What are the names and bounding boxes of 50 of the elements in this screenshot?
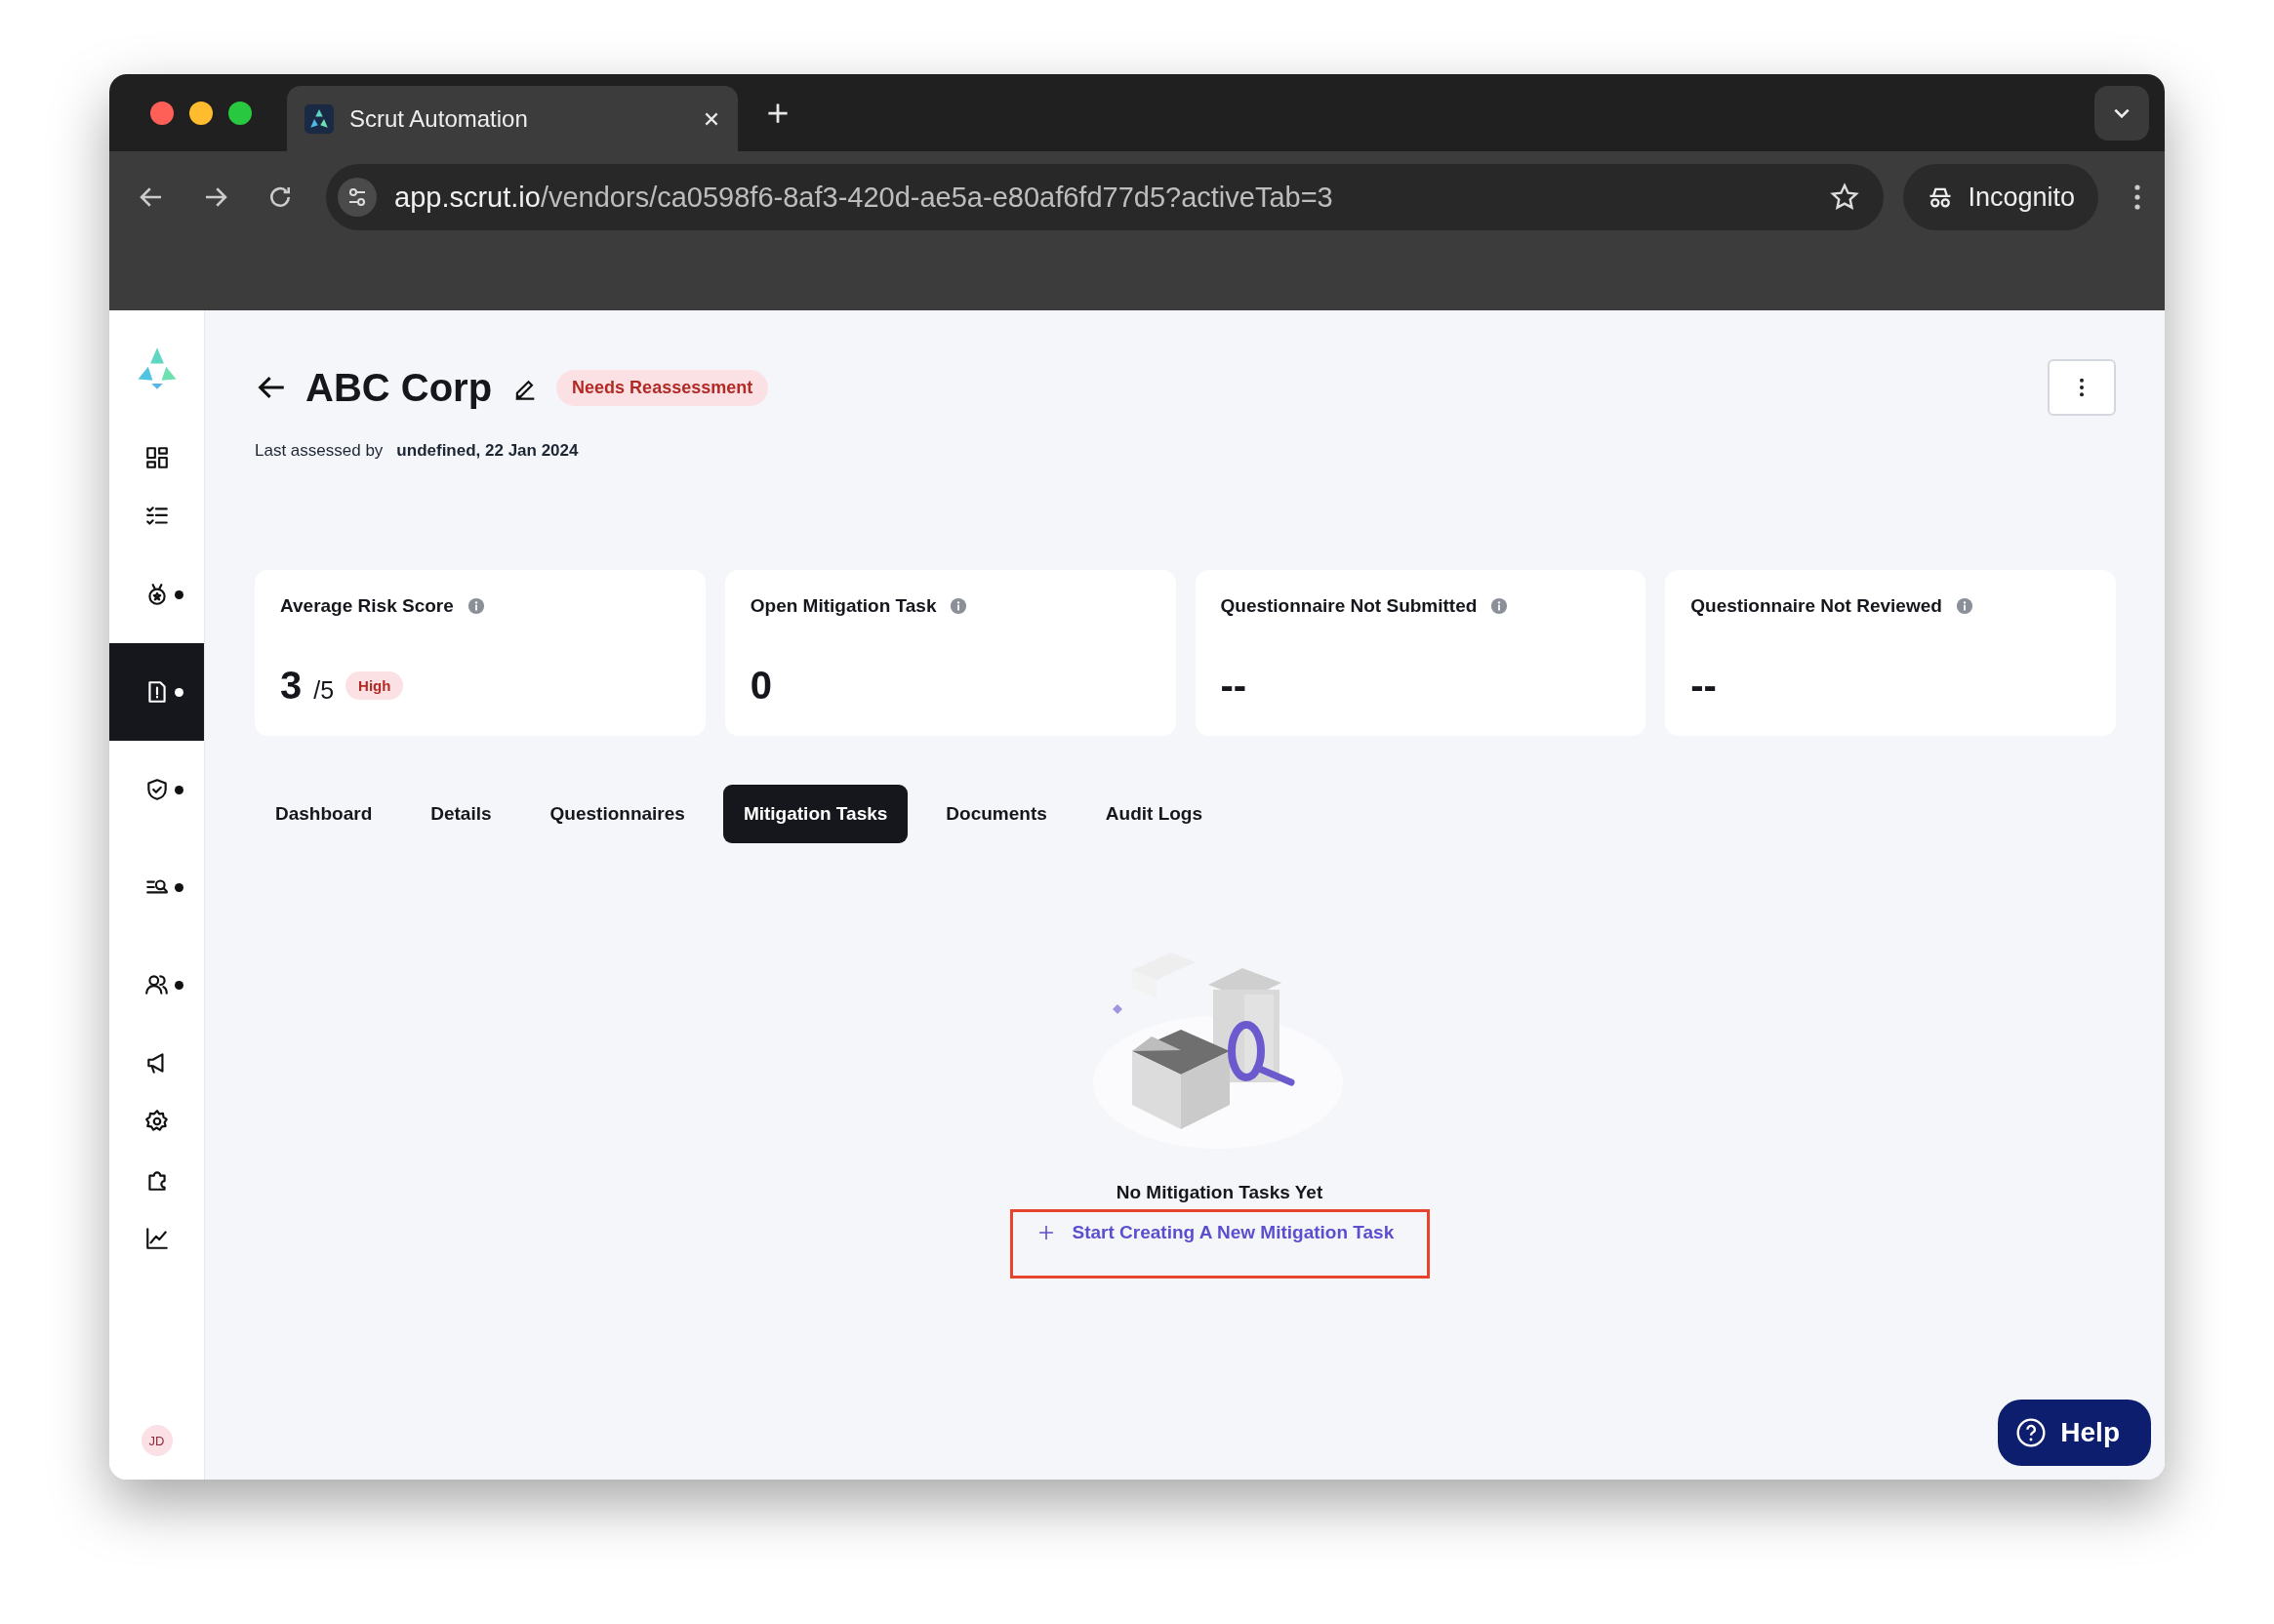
plus-icon — [1037, 1225, 1054, 1240]
tab[interactable]: Mitigation Tasks — [722, 785, 909, 843]
tab[interactable]: Dashboard — [255, 785, 393, 843]
new-tab-icon[interactable] — [767, 102, 789, 124]
card-title: Open Mitigation Task — [750, 595, 937, 617]
more-options-icon[interactable] — [2133, 183, 2141, 211]
people-icon — [143, 972, 170, 997]
incognito-profile-button[interactable]: Incognito — [1903, 164, 2098, 230]
help-icon — [2015, 1417, 2048, 1448]
tab[interactable]: Details — [410, 785, 512, 843]
maximize-window-button[interactable] — [228, 101, 252, 125]
help-button[interactable]: Help — [1998, 1400, 2151, 1466]
assessed-value: undefined, 22 Jan 2024 — [396, 441, 579, 461]
card-title: Average Risk Score — [280, 595, 454, 617]
tab[interactable]: Documents — [925, 785, 1068, 843]
line-chart-icon — [143, 1226, 170, 1251]
tab-title: Scrut Automation — [349, 104, 529, 133]
browser-tab[interactable]: Scrut Automation — [287, 86, 738, 151]
minimize-window-button[interactable] — [189, 101, 213, 125]
site-settings-icon[interactable] — [338, 178, 377, 217]
card-title: Questionnaire Not Submitted — [1220, 595, 1478, 617]
card-title: Questionnaire Not Reviewed — [1690, 595, 1942, 617]
card-value: -- — [1690, 664, 1717, 708]
chevron-down-icon — [2114, 107, 2130, 118]
status-badge: Needs Reassessment — [556, 369, 769, 406]
logo-icon — [305, 103, 334, 134]
info-icon[interactable] — [1490, 597, 1509, 615]
card-value: 3 — [280, 664, 303, 708]
assessed-label: Last assessed by — [255, 441, 384, 461]
tab[interactable]: Audit Logs — [1084, 785, 1223, 843]
vendor-title: ABC Corp — [305, 365, 493, 410]
card-value: -- — [1220, 664, 1247, 708]
info-icon[interactable] — [950, 597, 968, 615]
dashboard-icon — [143, 445, 170, 470]
user-avatar[interactable]: JD — [141, 1425, 173, 1456]
sidebar-item[interactable] — [109, 643, 204, 741]
url-text: app.scrut.io/vendors/ca0598f6-8af3-420d-ae5a-e80af6fd77d5?activeTab=3 — [394, 181, 1334, 214]
settings-icon — [143, 1109, 170, 1134]
more-icon — [2079, 378, 2085, 397]
info-icon[interactable] — [467, 597, 485, 615]
empty-state-message: No Mitigation Tasks Yet — [1116, 1182, 1323, 1203]
card-value: 0 — [750, 664, 772, 708]
tab[interactable]: Questionnaires — [529, 785, 706, 843]
info-icon[interactable] — [1955, 597, 1973, 615]
create-task-link[interactable]: Start Creating A New Mitigation Task — [1037, 1222, 1395, 1243]
risk-badge: High — [345, 671, 404, 700]
card-value-suffix: /5 — [313, 676, 335, 705]
address-bar[interactable]: app.scrut.io/vendors/ca0598f6-8af3-420d-ae5a-e80af6fd77d5?activeTab=3 — [326, 164, 1885, 230]
close-window-button[interactable] — [150, 101, 174, 125]
bookmark-star-icon[interactable] — [1829, 182, 1861, 213]
